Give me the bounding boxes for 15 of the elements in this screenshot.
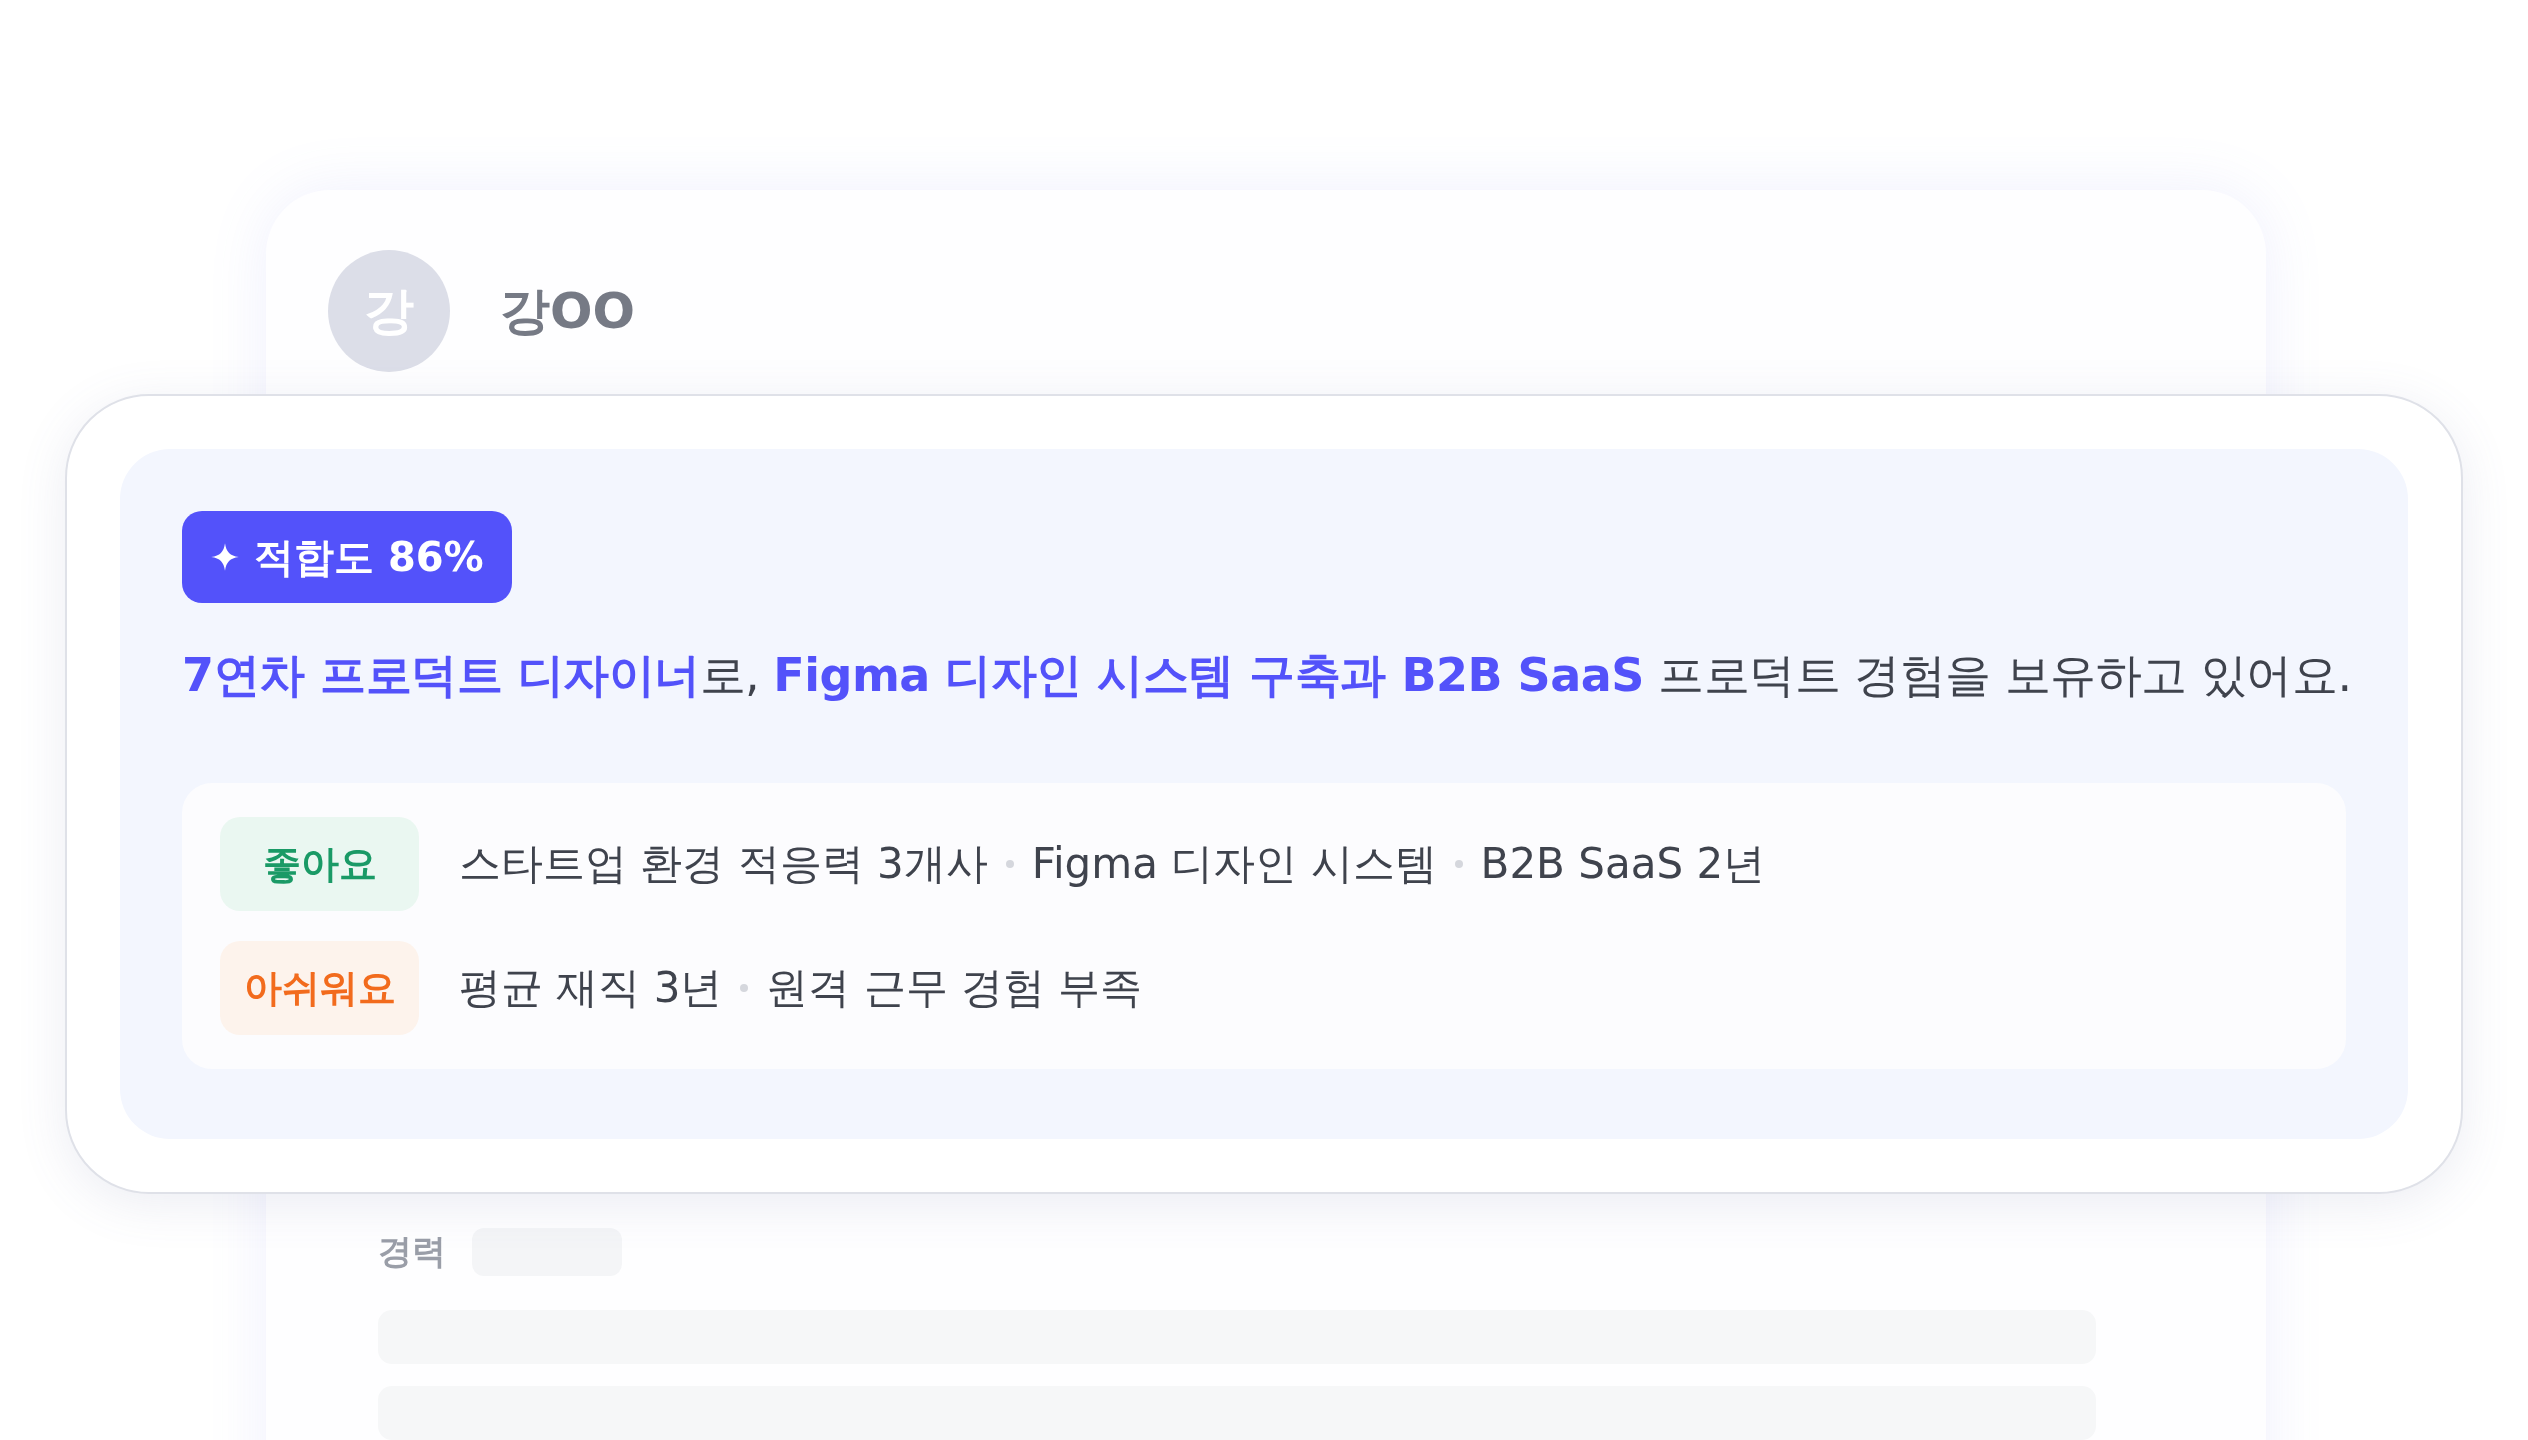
tag: 좋아요 xyxy=(220,817,419,911)
summary-text: 7연차 프로덕트 디자이너로, Figma 디자인 시스템 구축과 B2B SaaS 프로덕트 경험을 보유하고 있어요. xyxy=(182,647,2346,704)
sparkle-icon xyxy=(210,542,240,572)
separator-dot xyxy=(1005,860,1014,868)
section-label: 경력 xyxy=(378,1230,446,1273)
point-text: 스타트업 환경 적응력 3개사 xyxy=(459,838,988,890)
point-text: Figma 디자인 시스템 xyxy=(1031,838,1437,890)
point-text: 평균 재직 3년 xyxy=(459,962,723,1014)
match-score: 적합도 86% xyxy=(254,532,484,582)
point-text: 원격 근무 경험 부족 xyxy=(766,962,1143,1014)
tag: 아쉬워요 xyxy=(220,941,419,1035)
candidate-name: 강OO xyxy=(500,280,635,342)
point-text: B2B SaaS 2년 xyxy=(1480,838,1766,890)
separator-dot xyxy=(1454,860,1463,868)
separator-dot xyxy=(740,984,749,992)
